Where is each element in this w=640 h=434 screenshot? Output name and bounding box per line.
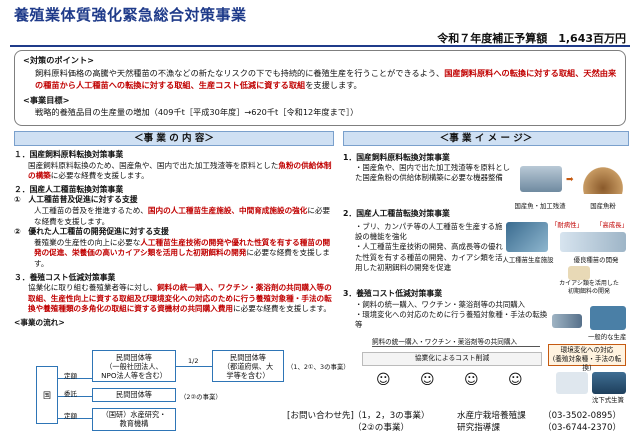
s1-body-b: に必要な経費を支援します。: [50, 171, 149, 181]
flow-box-private2: 民間団体等 （都道府県、大 学等を含む）: [212, 350, 284, 382]
farmer-icon: ☺: [508, 372, 523, 388]
contact-dept1: 水産庁栽培養殖課: [457, 411, 526, 421]
budget-amount: 令和７年度補正予算額 1,643百万円: [437, 32, 626, 45]
flow-box-private3: 民間団体等: [92, 388, 176, 402]
r-s2-bullets: ・ブリ、カンパチ等の人工種苗を生産する施設の機能を強化 ・人工種苗生産技術の開発…: [343, 222, 503, 273]
s3-title: ３．養殖コスト低減対策事業: [14, 272, 116, 282]
cap-submerged-cage: 沈下式生簀: [592, 396, 624, 404]
cap-fishmeal: 国産魚粉: [590, 202, 616, 210]
r-s3-b1: ・飼料の統一購入、ワクチン・薬浴剤等の共同購入: [355, 300, 525, 309]
pen-photo: [590, 306, 626, 330]
s2-2-title: ② 優れた人工種苗の開発促進に対する支援: [14, 227, 169, 237]
flow-label-teigaku2: 定額: [64, 412, 77, 420]
s2-1-body: 人工種苗の普及を推進するため、国内の人工種苗生産施設、中間育成施設の強化に必要な…: [14, 206, 334, 227]
farmer-icon: ☺: [464, 372, 479, 388]
points-heading: <対策のポイント>: [23, 55, 95, 65]
flow-gov-box: 国: [36, 366, 58, 424]
s2-1-body-a: 人工種苗の普及を推進するため、: [34, 205, 148, 215]
s3-group-box: 協業化によるコスト削減: [362, 352, 542, 366]
s3-body: 協業化に取り組む養殖業者等に対し、飼料の統一購入、ワクチン・薬浴剤の共同購入等の…: [14, 283, 334, 315]
flow-box-private1: 民間団体等 （一般社団法人、 NPO法人等を含む）: [92, 350, 176, 382]
s3-flow-line: [372, 346, 540, 347]
contact-tel2: （03-6744-2370）: [543, 423, 622, 433]
r-s1-bullet: ・国産魚や、国内で出た加工残渣等を原料とした国産魚粉の供給体制構築に必要な機器整…: [355, 163, 510, 183]
flow-ratio: 1/2: [188, 357, 199, 365]
s2-1-title: ① 人工種苗普及促進に対する支援: [14, 195, 138, 205]
s1-body: 国産飼料原料転換のため、国産魚や、国内で出た加工残渣等を原料とした魚粉の供給体制…: [14, 161, 334, 182]
r-s2-b1: ・ブリ、カンパチ等の人工種苗を生産する施設の機能を強化: [355, 222, 503, 242]
page-title: 養殖業体質強化緊急総合対策事業: [14, 6, 247, 24]
flow-box2-note: （1、2①、3の事業）: [287, 363, 350, 371]
r-s2-b2: ・人工種苗生産技術の開発、高成長等の優れた性質を有する種苗の開発、カイアシ類を活…: [355, 242, 503, 272]
cap-copepod: カイアシ類を活用した 初期餌料の開発: [559, 280, 619, 295]
s2-2-body: 養殖業の生産性の向上に必要な人工種苗生産技術の開発や優れた性質を有する種苗の開発…: [14, 238, 334, 270]
s1-title: １．国産飼料原料転換対策事業: [14, 150, 124, 159]
flow-title: <事業の流れ>: [14, 317, 65, 327]
hatchery-photo: [506, 222, 548, 252]
r-s3-title: 3．養殖コスト低減対策事業: [343, 289, 442, 298]
points-text-a: 飼料原料価格の高騰や天然種苗の不漁などの新たなリスクの下でも持続的に養殖生産を行…: [35, 67, 445, 78]
farmer-icon: ☺: [420, 372, 435, 388]
contact-tel1: （03-3502-0895）: [543, 411, 622, 421]
contact-label: [お問い合わせ先]: [287, 411, 354, 421]
s2-title: ２．国産人工種苗転換対策事業: [14, 184, 124, 194]
s3-body-a: 協業化に取り組む養殖業者等に対し、: [28, 283, 158, 293]
s3-body-b: に必要な経費を支援します。: [233, 304, 331, 314]
flow-label-itaku: 委託: [64, 390, 77, 398]
points-text-b: を支援します。: [305, 80, 362, 90]
flow-box3-note: （2②の事業）: [180, 393, 222, 401]
contact-scope2: （2②の事業）: [353, 423, 410, 433]
flow-arrow-4: [176, 366, 212, 367]
env-change-box: 環境変化への対応 (養殖対象種・手法の転換): [548, 344, 626, 372]
r-s3-b2: ・環境変化への対応のために行う養殖対象種・手法の転換等: [355, 310, 548, 330]
arrow-icon: ➡: [566, 175, 574, 185]
r-s2-title: 2．国産人工種苗転換対策事業: [343, 209, 450, 218]
label-general-production: 一般的な生産: [588, 333, 627, 341]
cap-seedling: 優良種苗の開発: [573, 256, 619, 264]
goal-heading: <事業目標>: [23, 94, 70, 105]
s3-flow-label: 飼料の統一購入・ワクチン・薬浴剤等の共同購入: [372, 338, 518, 346]
cap-hatchery: 人工種苗生産施設: [502, 256, 554, 264]
farmer-icon: ☺: [376, 372, 391, 388]
fish-photo-2: [552, 314, 582, 328]
copepod-photo: [568, 266, 590, 280]
label-high-growth: 「高成長」: [596, 221, 628, 229]
fishmeal-photo: [580, 164, 626, 194]
points-text: 飼料原料価格の高騰や天然種苗の不漁などの新たなリスクの下でも持続的に養殖生産を行…: [23, 67, 617, 92]
fish-photo: [520, 166, 562, 192]
title-divider: [10, 45, 630, 47]
goal-text: 戦略的養殖品目の生産量の増加（409千t［平成30年度］→620千t［令和12年…: [35, 107, 359, 117]
left-header: ＜事 業 の 内 容＞: [14, 131, 334, 146]
cage-photo-2: [592, 372, 626, 394]
r-s3-bullets: ・飼料の統一購入、ワクチン・薬浴剤等の共同購入 ・環境変化への対応のために行う養…: [343, 300, 553, 331]
farmers-illustration: ☺ ☺ ☺ ☺: [372, 368, 540, 396]
right-header: ＜事 業 イ メ ー ジ＞: [343, 131, 629, 146]
flow-box-fra: （国研）水産研究・ 教育機構: [92, 408, 176, 431]
seedling-fish-photo: [560, 232, 626, 252]
cap-fish: 国産魚・加工残渣: [514, 202, 566, 210]
flow-label-teigaku1: 定額: [64, 372, 77, 380]
cage-photo-1: [556, 372, 588, 394]
s2-1-body-red: 国内の人工種苗生産施設、中間育成施設の強化: [147, 205, 308, 215]
s2-2-body-a: 養殖業の生産性の向上に必要な: [34, 237, 141, 247]
label-disease-resistance: 「耐病性」: [551, 221, 583, 229]
contact-scope1: （1，2，3の事業）: [353, 411, 430, 421]
points-box: <対策のポイント> 飼料原料価格の高騰や天然種苗の不漁などの新たなリスクの下でも…: [14, 50, 626, 126]
s1-body-a: 国産飼料原料転換のため、国産魚や、国内で出た加工残渣等を原料とした: [28, 160, 279, 170]
r-s1-title: 1．国産飼料原料転換対策事業: [343, 153, 450, 162]
contact-dept2: 研究指導課: [457, 423, 500, 433]
